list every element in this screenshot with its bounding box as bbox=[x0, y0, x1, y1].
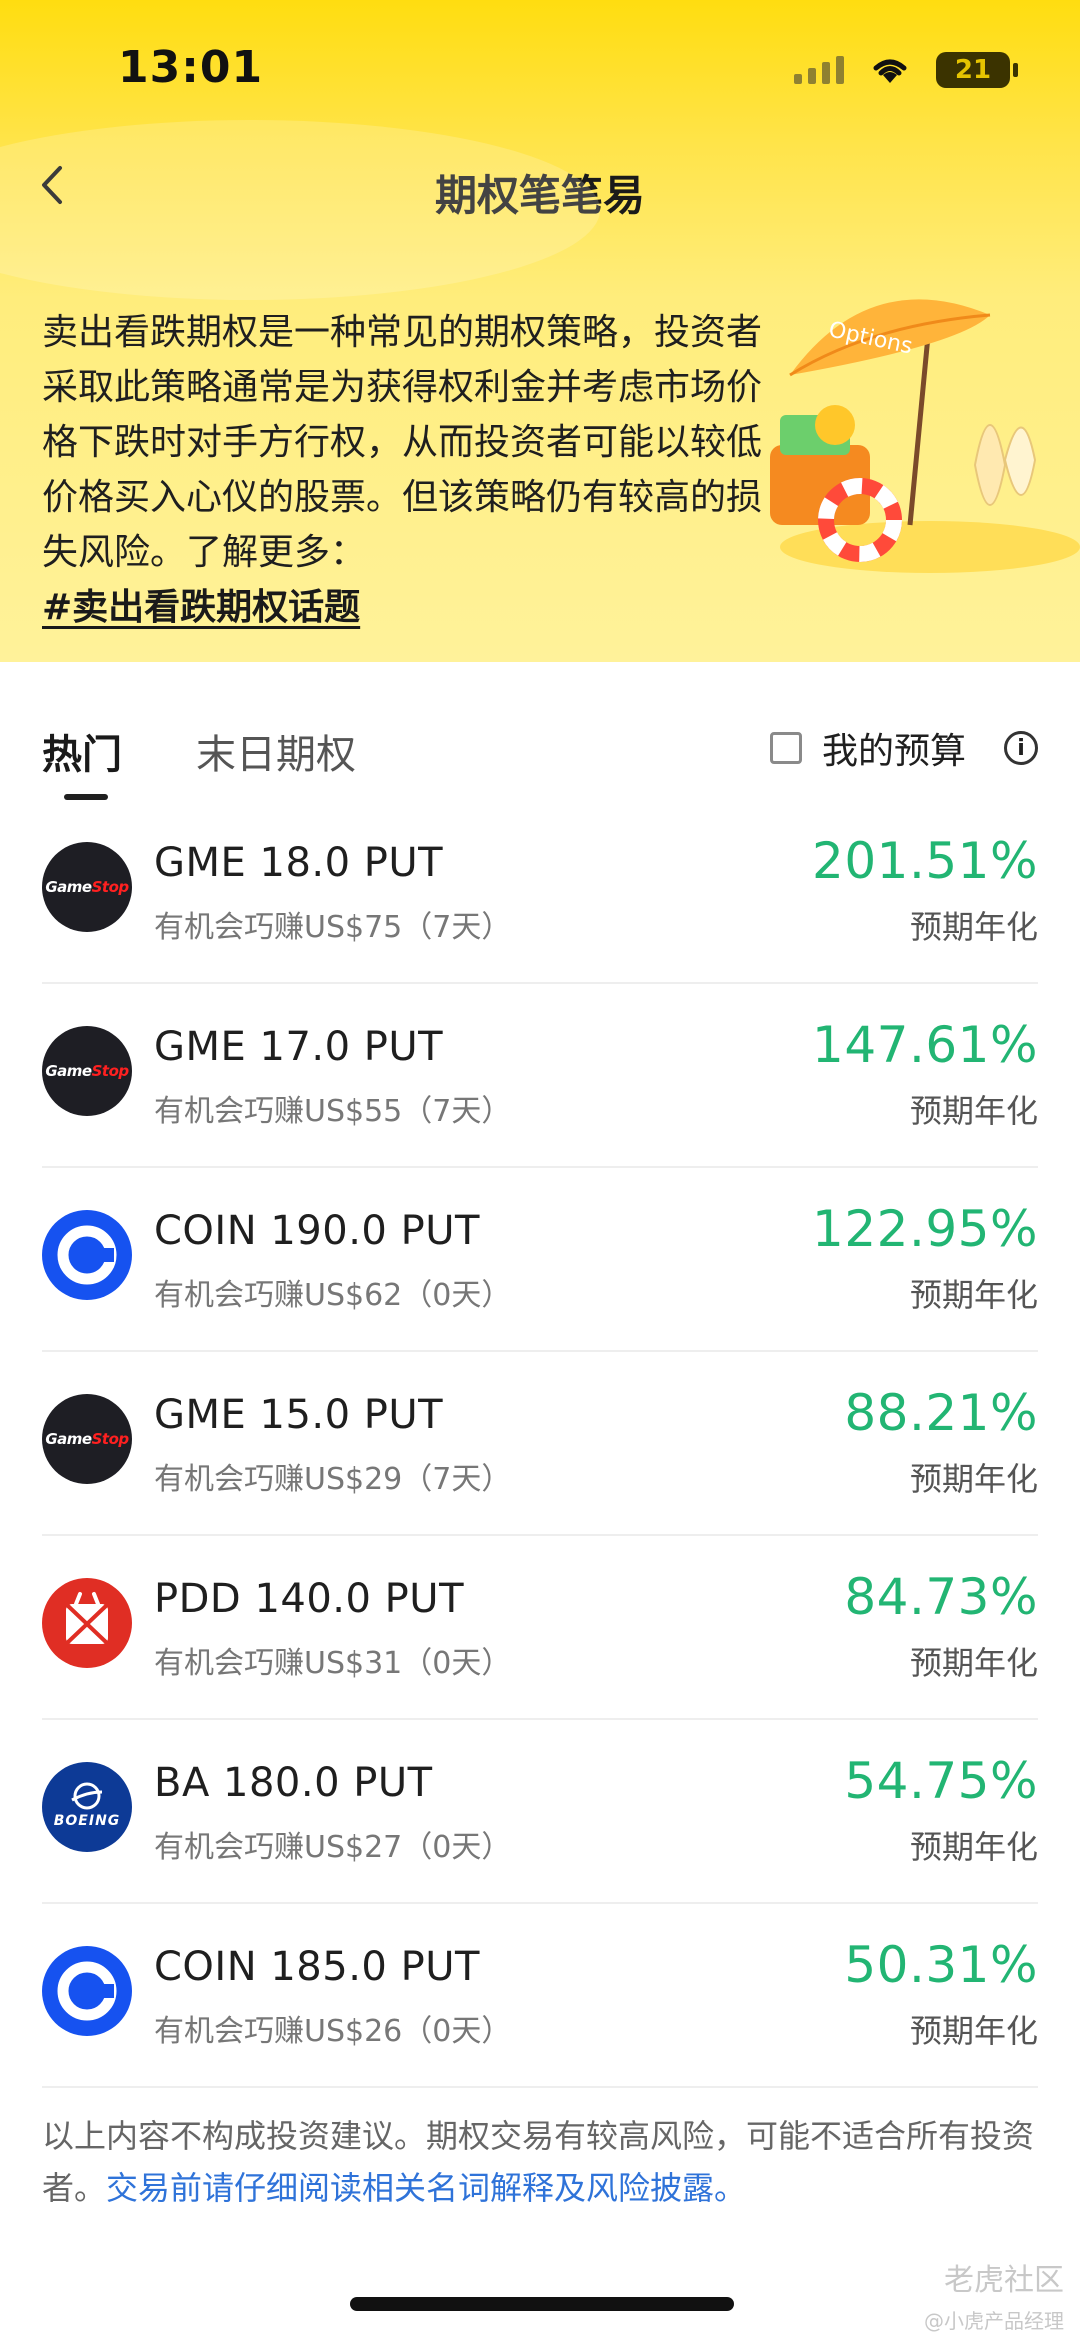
battery-icon: 21 bbox=[936, 52, 1018, 88]
annualized-return: 84.73% bbox=[844, 1568, 1038, 1626]
list-item-ba-180[interactable]: BOEING BA 180.0 PUT 有机会巧赚US$27（0天） 54.75… bbox=[42, 1720, 1038, 1904]
tab-bar: 热门 末日期权 我的预算 i bbox=[0, 662, 1080, 812]
page-title: 期权笔笔易 bbox=[434, 171, 645, 220]
status-icons: 21 bbox=[794, 52, 1018, 88]
options-list: GameStop GME 18.0 PUT 有机会巧赚US$75（7天） 201… bbox=[0, 800, 1080, 2088]
list-item-gme-15[interactable]: GameStop GME 15.0 PUT 有机会巧赚US$29（7天） 88.… bbox=[42, 1352, 1038, 1536]
annualized-return: 50.31% bbox=[844, 1936, 1038, 1994]
annualized-return: 54.75% bbox=[844, 1752, 1038, 1810]
option-name: COIN 185.0 PUT bbox=[154, 1944, 480, 1990]
option-name: COIN 190.0 PUT bbox=[154, 1208, 480, 1254]
gamestop-logo-icon: GameStop bbox=[42, 1394, 132, 1484]
tab-hot[interactable]: 热门 bbox=[42, 722, 122, 780]
option-earnings: 有机会巧赚US$62（0天） bbox=[154, 1278, 512, 1313]
list-item-coin-185[interactable]: COIN 185.0 PUT 有机会巧赚US$26（0天） 50.31% 预期年… bbox=[42, 1904, 1038, 2088]
option-name: BA 180.0 PUT bbox=[154, 1760, 433, 1806]
header-banner: 13:01 21 期权笔笔易 卖出看跌期权是一种常见的期权策略，投资者采取此策略… bbox=[0, 0, 1080, 662]
option-name: GME 15.0 PUT bbox=[154, 1392, 444, 1438]
watermark-title: 老虎社区 bbox=[944, 2263, 1064, 2298]
wifi-icon bbox=[870, 55, 910, 85]
watermark: 老虎社区 @小虎产品经理 bbox=[924, 2255, 1064, 2334]
option-earnings: 有机会巧赚US$29（7天） bbox=[154, 1462, 512, 1497]
option-earnings: 有机会巧赚US$75（7天） bbox=[154, 910, 512, 945]
pdd-logo-icon bbox=[42, 1578, 132, 1668]
annualized-label: 预期年化 bbox=[909, 1276, 1038, 1314]
options-illustration: Options bbox=[760, 285, 1080, 585]
gamestop-logo-icon: GameStop bbox=[42, 1026, 132, 1116]
option-name: GME 18.0 PUT bbox=[154, 840, 444, 886]
cellular-signal-icon bbox=[794, 56, 844, 84]
status-time: 13:01 bbox=[118, 42, 264, 93]
gamestop-logo-icon: GameStop bbox=[42, 842, 132, 932]
list-item-pdd-140[interactable]: PDD 140.0 PUT 有机会巧赚US$31（0天） 84.73% 预期年化 bbox=[42, 1536, 1038, 1720]
watermark-author: @小虎产品经理 bbox=[924, 2309, 1064, 2333]
annualized-label: 预期年化 bbox=[909, 1092, 1038, 1130]
list-item-gme-17[interactable]: GameStop GME 17.0 PUT 有机会巧赚US$55（7天） 147… bbox=[42, 984, 1038, 1168]
annualized-label: 预期年化 bbox=[909, 1828, 1038, 1866]
option-earnings: 有机会巧赚US$55（7天） bbox=[154, 1094, 512, 1129]
annualized-label: 预期年化 bbox=[909, 1644, 1038, 1682]
tab-expiry-day[interactable]: 末日期权 bbox=[196, 722, 356, 780]
annualized-label: 预期年化 bbox=[909, 2012, 1038, 2050]
annualized-return: 201.51% bbox=[812, 832, 1038, 890]
risk-disclosure-link[interactable]: 交易前请仔细阅读相关名词解释及风险披露。 bbox=[106, 2169, 746, 2207]
budget-label[interactable]: 我的预算 bbox=[822, 722, 966, 774]
budget-filter: 我的预算 i bbox=[769, 722, 1038, 774]
option-earnings: 有机会巧赚US$31（0天） bbox=[154, 1646, 512, 1681]
annualized-return: 88.21% bbox=[844, 1384, 1038, 1442]
annualized-return: 122.95% bbox=[812, 1200, 1038, 1258]
coinbase-logo-icon bbox=[42, 1946, 132, 2036]
coinbase-logo-icon bbox=[42, 1210, 132, 1300]
topic-link[interactable]: #卖出看跌期权话题 bbox=[42, 580, 360, 635]
option-earnings: 有机会巧赚US$26（0天） bbox=[154, 2014, 512, 2049]
back-icon[interactable] bbox=[30, 160, 80, 210]
boeing-logo-icon: BOEING bbox=[42, 1762, 132, 1852]
annualized-return: 147.61% bbox=[812, 1016, 1038, 1074]
intro-text-block: 卖出看跌期权是一种常见的期权策略，投资者采取此策略通常是为获得权利金并考虑市场价… bbox=[42, 305, 782, 635]
budget-checkbox[interactable] bbox=[769, 732, 802, 764]
option-name: GME 17.0 PUT bbox=[154, 1024, 444, 1070]
option-earnings: 有机会巧赚US$27（0天） bbox=[154, 1830, 512, 1865]
info-icon[interactable]: i bbox=[1004, 731, 1038, 765]
list-item-coin-190[interactable]: COIN 190.0 PUT 有机会巧赚US$62（0天） 122.95% 预期… bbox=[42, 1168, 1038, 1352]
annualized-label: 预期年化 bbox=[909, 908, 1038, 946]
option-name: PDD 140.0 PUT bbox=[154, 1576, 464, 1622]
list-item-gme-18[interactable]: GameStop GME 18.0 PUT 有机会巧赚US$75（7天） 201… bbox=[42, 800, 1038, 984]
risk-disclaimer: 以上内容不构成投资建议。期权交易有较高风险，可能不适合所有投资者。交易前请仔细阅… bbox=[42, 2110, 1042, 2214]
annualized-label: 预期年化 bbox=[909, 1460, 1038, 1498]
intro-text: 卖出看跌期权是一种常见的期权策略，投资者采取此策略通常是为获得权利金并考虑市场价… bbox=[42, 312, 763, 573]
home-indicator[interactable] bbox=[350, 2297, 734, 2311]
